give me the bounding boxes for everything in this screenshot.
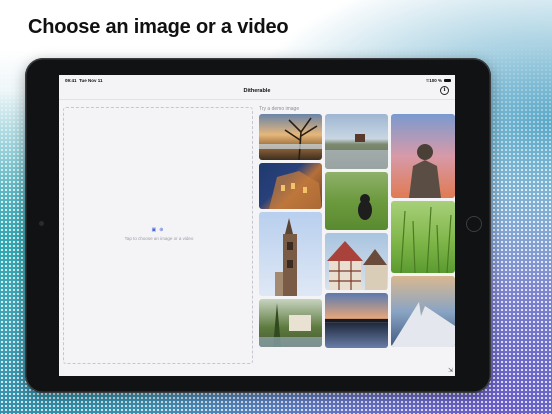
demo-image-park-house[interactable]	[259, 299, 322, 347]
info-icon[interactable]: i	[440, 86, 449, 95]
demo-image-castle-night[interactable]	[259, 163, 322, 209]
dog-shape	[358, 194, 372, 220]
castle-shape	[269, 171, 322, 209]
grass-shape	[400, 206, 452, 273]
camera-dot	[39, 221, 44, 226]
demo-image-church-tower[interactable]	[259, 212, 322, 296]
lake-shape	[325, 319, 388, 322]
demo-image-half-timbered-houses[interactable]	[325, 233, 388, 290]
mountain-shape	[391, 302, 455, 347]
plus-icon: ⊕	[159, 227, 167, 233]
demo-image-statue-sky[interactable]	[391, 114, 455, 198]
demo-section-label: Try a demo image	[259, 106, 300, 112]
tower-shape	[275, 218, 297, 296]
status-time: 09:41 Tue Nov 11	[65, 78, 102, 83]
drop-zone-icons: ▣⊕	[64, 227, 254, 233]
demo-image-tall-grass[interactable]	[391, 201, 455, 273]
status-time-value: 09:41	[65, 78, 77, 83]
park-shape	[259, 303, 322, 347]
ipad-frame: 09:41 Tue Nov 11 ≈ 100 % Ditherable i ▣⊕…	[25, 58, 491, 393]
statue-shape	[409, 144, 441, 198]
tree-silhouette	[259, 117, 322, 160]
app-screen: 09:41 Tue Nov 11 ≈ 100 % Ditherable i ▣⊕…	[59, 75, 455, 376]
demo-image-mountain-peak[interactable]	[391, 276, 455, 347]
demo-image-green-field[interactable]	[325, 172, 388, 230]
houses-shape	[327, 241, 387, 290]
drop-zone-hint: Tap to choose an image or a video	[124, 236, 194, 241]
battery-icon	[444, 78, 451, 82]
battery-percent: 100 %	[429, 78, 442, 83]
status-bar: 09:41 Tue Nov 11 ≈ 100 %	[59, 75, 455, 85]
status-date: Tue Nov 11	[79, 78, 103, 83]
demo-image-hill-building[interactable]	[325, 114, 388, 169]
app-title: Ditherable	[243, 88, 271, 94]
marketing-headline: Choose an image or a video	[28, 16, 289, 38]
demo-image-river-tree-sunset[interactable]	[259, 114, 322, 160]
hill-shape	[325, 134, 388, 169]
resize-handle-icon[interactable]: ⇲	[448, 367, 453, 374]
home-button	[466, 216, 482, 232]
media-drop-zone[interactable]: ▣⊕ Tap to choose an image or a video	[63, 107, 253, 364]
nav-divider	[59, 99, 455, 100]
demo-image-sunset-lake[interactable]	[325, 293, 388, 348]
